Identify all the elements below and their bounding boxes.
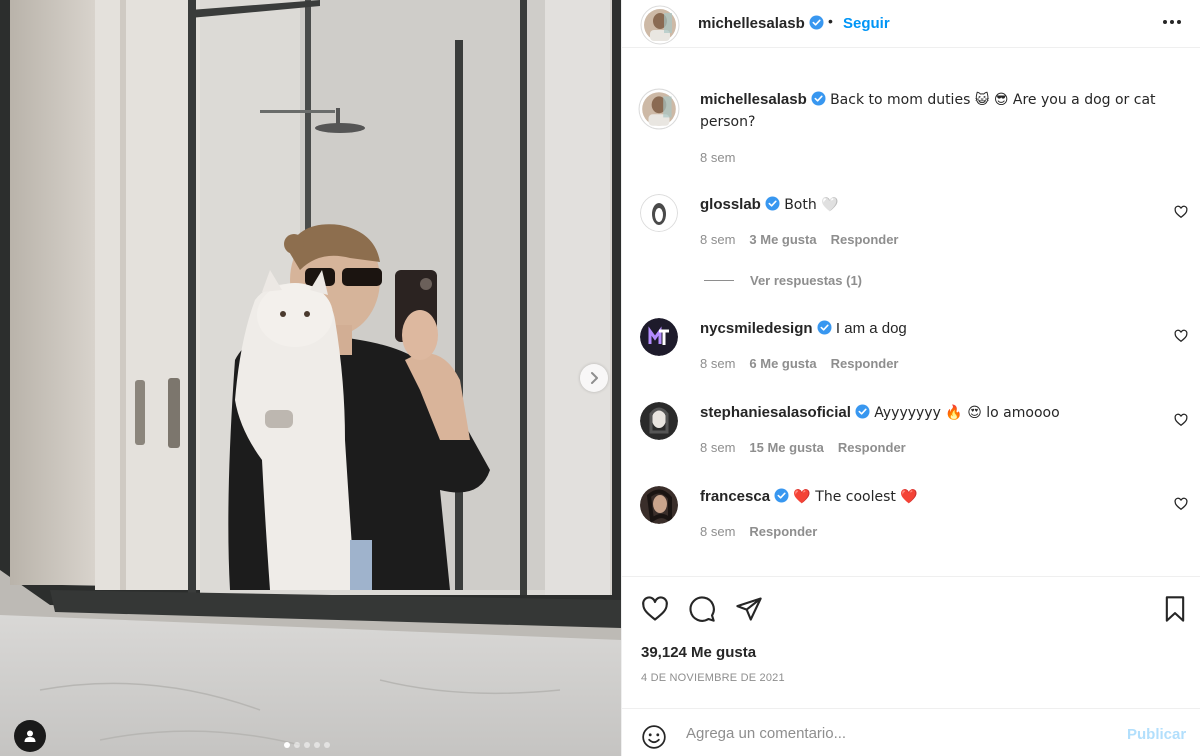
comment-time[interactable]: 8 sem xyxy=(700,232,735,247)
tagged-users-button[interactable] xyxy=(14,720,46,752)
likes-count[interactable]: 39,124 Me gusta xyxy=(641,644,756,661)
save-button[interactable] xyxy=(1161,595,1189,626)
comment-meta: 8 sem 3 Me gusta Responder xyxy=(700,232,899,247)
view-replies-button[interactable]: Ver respuestas (1) xyxy=(704,273,862,288)
share-icon xyxy=(736,597,762,621)
comment-username[interactable]: stephaniesalasoficial xyxy=(700,404,851,421)
chevron-right-icon xyxy=(591,372,598,384)
comment-time[interactable]: 8 sem xyxy=(700,524,735,539)
caption-meta: 8 sem xyxy=(700,150,735,165)
carousel-dot xyxy=(294,742,300,748)
comments-list[interactable]: michellesalasb Back to mom duties 😺 😎 Ar… xyxy=(622,60,1200,576)
comment-avatar[interactable] xyxy=(640,318,678,356)
heart-icon xyxy=(1174,413,1188,427)
carousel-next-button[interactable] xyxy=(580,364,608,392)
verified-badge-icon xyxy=(809,15,824,31)
comment-input[interactable] xyxy=(686,719,1106,747)
comment-body: ❤️ The coolest ❤️ xyxy=(793,489,918,505)
emoji-icon xyxy=(642,725,666,749)
instagram-post-modal: michellesalasb • Seguir michellesalasb B… xyxy=(0,0,1200,756)
author-avatar[interactable] xyxy=(640,5,680,45)
user-tag-icon xyxy=(24,730,36,742)
reply-button[interactable]: Responder xyxy=(838,440,906,455)
comment-like-button[interactable] xyxy=(1174,205,1188,222)
verified-badge-icon xyxy=(765,196,780,211)
photo-scene xyxy=(0,0,621,756)
comment-composer: Publicar xyxy=(622,708,1200,756)
bookmark-icon xyxy=(1165,596,1185,622)
replies-divider xyxy=(704,280,734,281)
comment-body: Both 🤍 xyxy=(784,197,839,213)
publish-button[interactable]: Publicar xyxy=(1127,726,1186,743)
caption-username[interactable]: michellesalasb xyxy=(700,91,807,108)
caption-author-avatar[interactable] xyxy=(638,88,680,130)
view-replies-label: Ver respuestas (1) xyxy=(750,273,863,288)
carousel-dot xyxy=(284,742,290,748)
comment-username[interactable]: glosslab xyxy=(700,196,761,213)
carousel-dot xyxy=(304,742,310,748)
comment-avatar[interactable] xyxy=(640,486,678,524)
heart-icon xyxy=(642,596,668,621)
follow-button[interactable]: Seguir xyxy=(843,15,890,32)
reply-button[interactable]: Responder xyxy=(831,356,899,371)
heart-icon xyxy=(1174,497,1188,511)
heart-icon xyxy=(1174,205,1188,219)
comment-like-button[interactable] xyxy=(1174,413,1188,430)
header-separator: • xyxy=(828,13,833,29)
emoji-button[interactable] xyxy=(641,724,667,753)
comment-text: francesca ❤️ The coolest ❤️ xyxy=(700,486,1171,508)
comment-text: glosslab Both 🤍 xyxy=(700,194,1171,216)
comment-username[interactable]: francesca xyxy=(700,488,770,505)
post-actions: 39,124 Me gusta 4 DE NOVIEMBRE DE 2021 xyxy=(622,576,1200,704)
comment-meta: 8 sem 6 Me gusta Responder xyxy=(700,356,899,371)
comment-text: stephaniesalasoficial Ayyyyyyy 🔥 😍 lo am… xyxy=(700,402,1171,424)
verified-badge-icon xyxy=(855,404,870,419)
carousel-indicators xyxy=(284,742,330,748)
comment-meta: 8 sem 15 Me gusta Responder xyxy=(700,440,906,455)
share-button[interactable] xyxy=(735,595,763,626)
reply-button[interactable]: Responder xyxy=(831,232,899,247)
comment-likes[interactable]: 15 Me gusta xyxy=(749,440,823,455)
comment-button[interactable] xyxy=(688,595,716,626)
author-username[interactable]: michellesalasb xyxy=(698,15,805,32)
comment-like-button[interactable] xyxy=(1174,329,1188,346)
caption-text: michellesalasb Back to mom duties 😺 😎 Ar… xyxy=(700,89,1171,133)
post-date[interactable]: 4 DE NOVIEMBRE DE 2021 xyxy=(641,672,785,684)
caption-time[interactable]: 8 sem xyxy=(700,150,735,165)
verified-badge-icon xyxy=(811,91,826,106)
comment-meta: 8 sem Responder xyxy=(700,524,817,539)
comment-avatar[interactable] xyxy=(640,194,678,232)
verified-badge-icon xyxy=(817,320,832,335)
verified-badge-icon xyxy=(774,488,789,503)
comment-time[interactable]: 8 sem xyxy=(700,356,735,371)
comment-body: Ayyyyyyy 🔥 😍 lo amoooo xyxy=(874,405,1060,421)
like-button[interactable] xyxy=(641,595,669,626)
comment-text: nycsmiledesign I am a dog xyxy=(700,318,1171,340)
post-header: michellesalasb • Seguir xyxy=(622,0,1200,48)
heart-icon xyxy=(1174,329,1188,343)
comment-likes[interactable]: 3 Me gusta xyxy=(749,232,816,247)
more-options-icon[interactable] xyxy=(1163,20,1181,24)
post-photo[interactable] xyxy=(0,0,621,756)
comment-time[interactable]: 8 sem xyxy=(700,440,735,455)
carousel-dot xyxy=(324,742,330,748)
comment-username[interactable]: nycsmiledesign xyxy=(700,320,813,337)
post-side-panel: michellesalasb • Seguir michellesalasb B… xyxy=(621,0,1200,756)
comment-icon xyxy=(689,596,715,622)
comment-body: I am a dog xyxy=(835,320,907,337)
comment-likes[interactable]: 6 Me gusta xyxy=(749,356,816,371)
comment-avatar[interactable] xyxy=(640,402,678,440)
carousel-dot xyxy=(314,742,320,748)
comment-like-button[interactable] xyxy=(1174,497,1188,514)
reply-button[interactable]: Responder xyxy=(749,524,817,539)
